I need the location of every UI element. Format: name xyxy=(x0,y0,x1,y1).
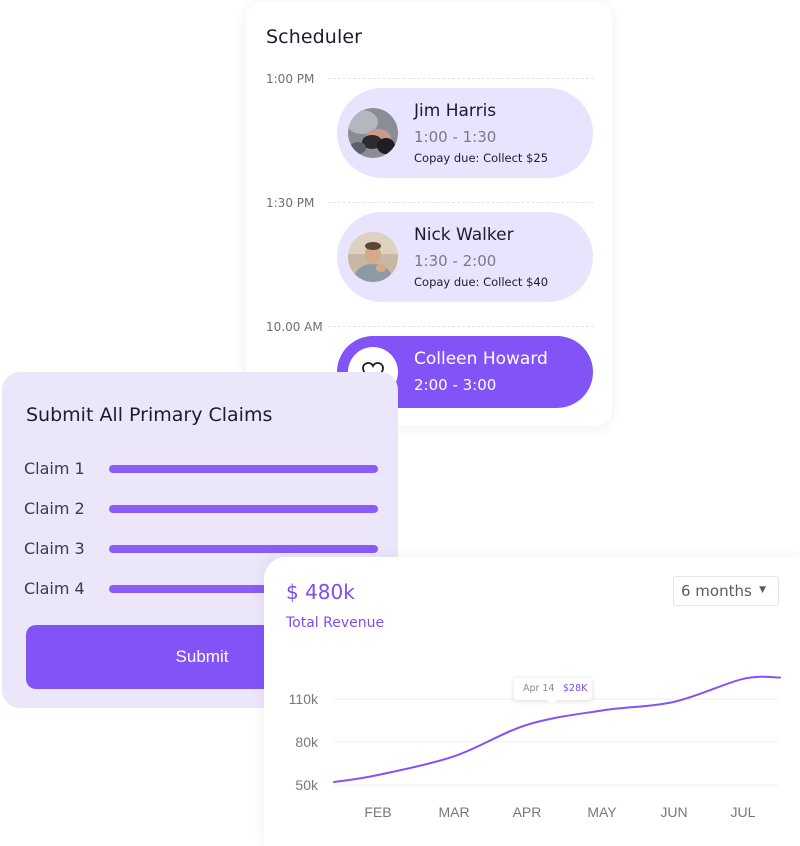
time-label: 1:00 PM xyxy=(266,72,315,86)
x-tick-label: JUL xyxy=(731,804,756,820)
divider xyxy=(328,202,594,203)
claim-progress-bar xyxy=(109,465,378,473)
y-tick-label: 50k xyxy=(295,777,319,793)
x-tick-label: JUN xyxy=(660,804,687,820)
scheduler-card: Scheduler 1:00 PM Jim Harris 1:00 - 1:30… xyxy=(246,2,612,426)
avatar xyxy=(348,232,398,282)
avatar xyxy=(348,108,398,158)
y-tick-label: 110k xyxy=(289,691,319,707)
appointment-time: 1:30 - 2:00 xyxy=(414,252,497,270)
appointment-name: Jim Harris xyxy=(414,101,497,121)
appointment-time: 2:00 - 3:00 xyxy=(414,376,497,394)
claim-label: Claim 1 xyxy=(24,459,85,478)
x-tick-label: MAY xyxy=(587,804,617,820)
claim-progress-bar xyxy=(109,545,378,553)
appointment-name: Nick Walker xyxy=(414,225,514,245)
claim-row: Claim 1 xyxy=(24,457,378,481)
y-tick-label: 80k xyxy=(295,734,319,750)
claim-label: Claim 2 xyxy=(24,499,85,518)
claims-title: Submit All Primary Claims xyxy=(26,404,273,426)
claim-label: Claim 4 xyxy=(24,579,85,598)
claim-progress-bar xyxy=(109,505,378,513)
revenue-line-chart: 110k 80k 50k FEB MAR APR MAY JUN JUL xyxy=(289,675,781,820)
claim-label: Claim 3 xyxy=(24,539,85,558)
tooltip-arrow xyxy=(546,699,558,705)
appointment-card-jim-harris[interactable]: Jim Harris 1:00 - 1:30 Copay due: Collec… xyxy=(337,88,593,178)
appointment-copay: Copay due: Collect $40 xyxy=(414,275,549,289)
divider xyxy=(328,326,594,327)
time-label: 10.00 AM xyxy=(266,320,323,334)
appointment-copay: Copay due: Collect $25 xyxy=(414,151,549,165)
divider xyxy=(328,78,594,79)
appointment-name: Colleen Howard xyxy=(414,349,548,369)
x-tick-label: APR xyxy=(513,804,542,820)
x-tick-label: FEB xyxy=(364,804,391,820)
revenue-card: $ 480k Total Revenue 6 months ▼ 110k 80k 5… xyxy=(264,557,800,846)
appointment-card-nick-walker[interactable]: Nick Walker 1:30 - 2:00 Copay due: Colle… xyxy=(337,212,593,302)
time-label: 1:30 PM xyxy=(266,196,315,210)
tooltip-value: $28K xyxy=(563,683,588,694)
appointment-time: 1:00 - 1:30 xyxy=(414,128,497,146)
x-tick-label: MAR xyxy=(438,804,469,820)
tooltip-date: Apr 14 xyxy=(523,683,555,694)
claim-row: Claim 2 xyxy=(24,497,378,521)
scheduler-title: Scheduler xyxy=(266,26,363,48)
chart-tooltip: Apr 14 $28K xyxy=(514,678,592,705)
